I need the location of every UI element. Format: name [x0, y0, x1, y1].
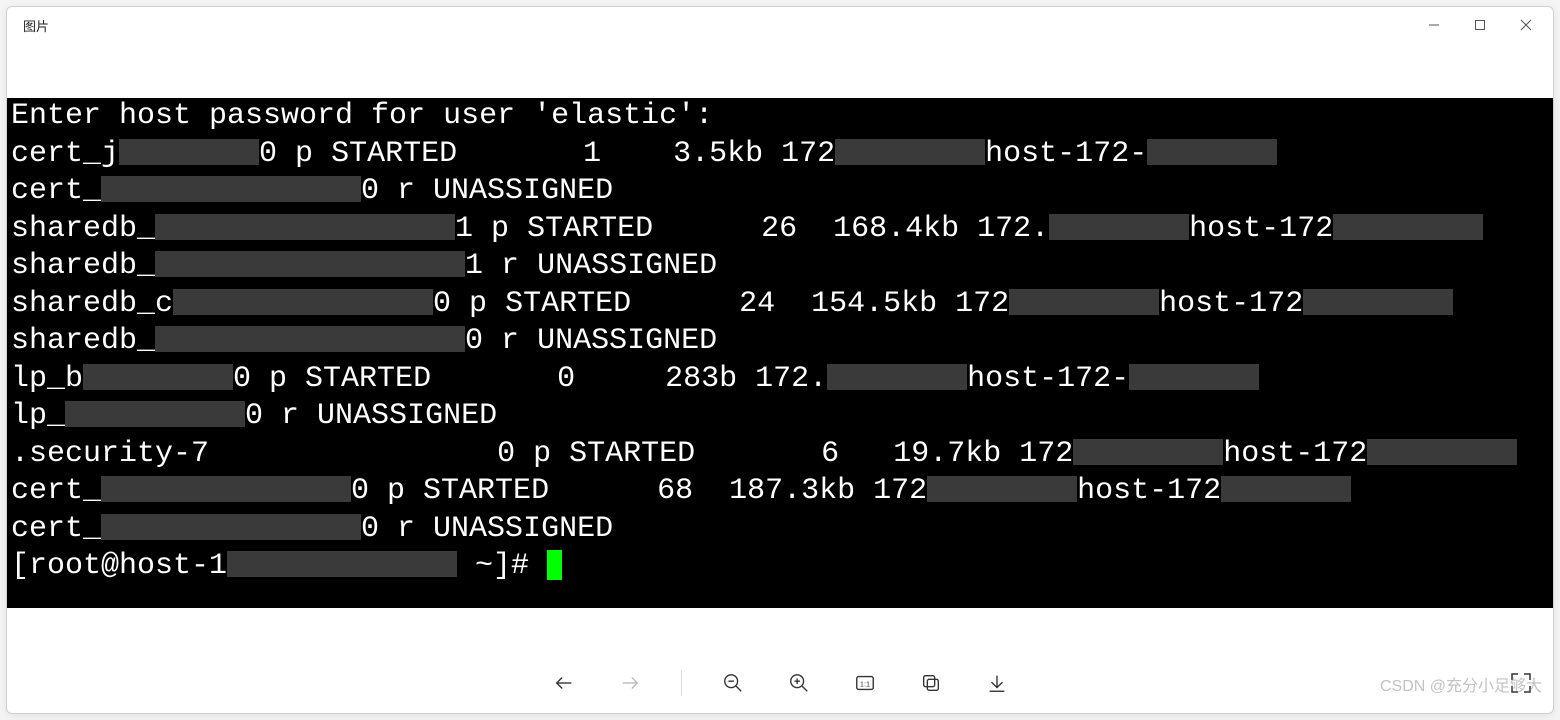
redacted-text [1129, 364, 1259, 390]
toolbar-separator [681, 670, 682, 696]
terminal-line: cert_ 0 r UNASSIGNED [11, 173, 1549, 211]
redacted-text [83, 364, 233, 390]
window-title: 图片 [23, 16, 49, 35]
copy-button[interactable] [916, 668, 946, 698]
redacted-text [1073, 439, 1223, 465]
redacted-text [1221, 476, 1351, 502]
redacted-text [119, 139, 259, 165]
prev-button[interactable] [549, 668, 579, 698]
redacted-text [155, 214, 455, 240]
viewer-toolbar: 1:1 [7, 653, 1553, 713]
terminal-output: Enter host password for user 'elastic':c… [7, 98, 1553, 608]
terminal-line: cert_ 0 p STARTED 68 187.3kb 172 host-17… [11, 473, 1549, 511]
redacted-text [835, 139, 985, 165]
terminal-prompt[interactable]: [root@host-1 ~]# [11, 548, 1549, 586]
redacted-text [1367, 439, 1517, 465]
terminal-line: sharedb_ 0 r UNASSIGNED [11, 323, 1549, 361]
terminal-line: .security-7 0 p STARTED 6 19.7kb 172 hos… [11, 436, 1549, 474]
redacted-text [1049, 214, 1189, 240]
redacted-text [101, 176, 361, 202]
actual-size-button[interactable]: 1:1 [850, 668, 880, 698]
redacted-text [155, 251, 465, 277]
fullscreen-button[interactable] [1507, 669, 1535, 697]
close-button[interactable] [1503, 9, 1549, 41]
redacted-text [227, 551, 457, 577]
terminal-line: sharedb_c 0 p STARTED 24 154.5kb 172 hos… [11, 286, 1549, 324]
terminal-line: sharedb_ 1 p STARTED 26 168.4kb 172. hos… [11, 211, 1549, 249]
terminal-line: lp_b 0 p STARTED 0 283b 172. host-172- [11, 361, 1549, 399]
svg-text:1:1: 1:1 [859, 680, 869, 689]
terminal-line: sharedb_ 1 r UNASSIGNED [11, 248, 1549, 286]
maximize-button[interactable] [1457, 9, 1503, 41]
terminal-line: cert_j 0 p STARTED 1 3.5kb 172 host-172- [11, 136, 1549, 174]
zoom-out-button[interactable] [718, 668, 748, 698]
terminal-line: cert_ 0 r UNASSIGNED [11, 511, 1549, 549]
redacted-text [155, 326, 465, 352]
redacted-text [1303, 289, 1453, 315]
next-button[interactable] [615, 668, 645, 698]
terminal-line: Enter host password for user 'elastic': [11, 98, 1549, 136]
redacted-text [1009, 289, 1159, 315]
redacted-text [1333, 214, 1483, 240]
zoom-in-button[interactable] [784, 668, 814, 698]
viewer-window: 图片 Enter host password for user 'elastic… [6, 6, 1554, 714]
terminal-cursor [547, 550, 562, 580]
terminal-line: lp_ 0 r UNASSIGNED [11, 398, 1549, 436]
redacted-text [65, 401, 245, 427]
redacted-text [927, 476, 1077, 502]
save-button[interactable] [982, 668, 1012, 698]
titlebar: 图片 [7, 7, 1553, 43]
content-area: Enter host password for user 'elastic':c… [7, 43, 1553, 713]
redacted-text [101, 476, 351, 502]
redacted-text [827, 364, 967, 390]
redacted-text [101, 514, 361, 540]
redacted-text [1147, 139, 1277, 165]
window-buttons [1411, 9, 1549, 41]
minimize-button[interactable] [1411, 9, 1457, 41]
redacted-text [173, 289, 433, 315]
